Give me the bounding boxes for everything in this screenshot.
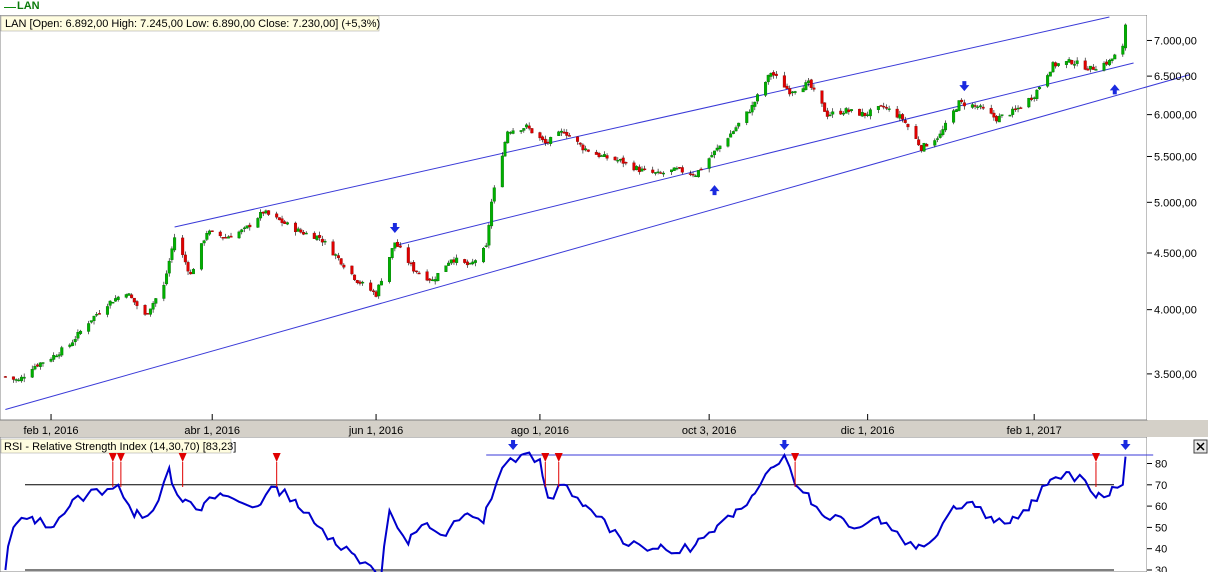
price-plot-area <box>0 15 1148 421</box>
candle <box>390 248 394 260</box>
y-tick-label: 4.500,00 <box>1154 248 1197 260</box>
price-chart: LAN [Open: 6.892,00 High: 7.245,00 Low: … <box>0 15 1208 437</box>
candle <box>490 198 494 229</box>
candle <box>436 272 440 282</box>
rsi-tick-label: 70 <box>1155 480 1167 492</box>
candle <box>350 265 354 276</box>
candle <box>1027 97 1031 109</box>
y-tick-label: 3.500,00 <box>1154 369 1197 381</box>
x-tick-label: feb 1, 2016 <box>24 425 79 437</box>
candle <box>444 265 448 272</box>
candle <box>952 108 956 125</box>
y-tick-label: 4.000,00 <box>1154 305 1197 317</box>
candle <box>613 156 617 161</box>
rsi-tick-label: 80 <box>1155 459 1167 471</box>
x-tick-label: oct 3, 2016 <box>682 425 736 437</box>
candle <box>237 230 241 239</box>
candle <box>387 257 391 284</box>
candle <box>487 223 491 249</box>
candle <box>1046 73 1050 88</box>
candle <box>277 217 281 221</box>
candle <box>143 304 147 316</box>
y-tick-label: 5.000,00 <box>1154 197 1197 209</box>
candle <box>331 239 335 256</box>
candle <box>482 246 486 264</box>
legend-line-swatch <box>4 7 16 8</box>
x-tick-label: abr 1, 2016 <box>184 425 240 437</box>
candle <box>696 170 700 178</box>
rsi-tick-label: 40 <box>1155 544 1167 556</box>
candle <box>726 137 730 148</box>
x-tick-label: jun 1, 2016 <box>348 425 403 437</box>
rsi-tick-label: 30 <box>1155 565 1167 572</box>
candle <box>1008 114 1012 117</box>
rsi-close-button[interactable] <box>1193 439 1208 454</box>
candle <box>914 124 918 139</box>
candle <box>181 235 185 258</box>
candle <box>492 185 496 204</box>
candle <box>210 230 214 232</box>
candle <box>1070 59 1074 65</box>
x-tick-label: ago 1, 2016 <box>511 425 569 437</box>
candle <box>858 108 862 116</box>
rsi-tick-label: 60 <box>1155 501 1167 513</box>
x-tick-label: feb 1, 2017 <box>1007 425 1062 437</box>
y-tick-label: 7.000,00 <box>1154 35 1197 47</box>
rsi-title: RSI - Relative Strength Index (14,30,70)… <box>4 441 236 453</box>
candle <box>764 81 768 97</box>
candle <box>506 130 510 144</box>
candle <box>503 140 507 157</box>
candle <box>1124 23 1128 51</box>
y-tick-label: 6.000,00 <box>1154 110 1197 122</box>
rsi-chart: RSI - Relative Strength Index (14,30,70)… <box>0 437 1208 572</box>
x-tick-label: dic 1, 2016 <box>841 425 895 437</box>
candle <box>1051 60 1055 73</box>
rsi-tick-label: 50 <box>1155 522 1167 534</box>
y-tick-label: 6.500,00 <box>1154 71 1197 83</box>
price-title: LAN [Open: 6.892,00 High: 7.245,00 Low: … <box>5 18 380 30</box>
candle <box>1048 71 1052 77</box>
y-tick-label: 5.500,00 <box>1154 151 1197 163</box>
candle <box>957 100 961 112</box>
candle <box>922 142 926 152</box>
candle <box>199 243 203 271</box>
candle <box>500 152 504 188</box>
candle <box>672 167 676 171</box>
chart-legend: LAN <box>0 0 1208 16</box>
candle <box>530 128 534 134</box>
candle <box>256 217 260 228</box>
candle <box>146 313 150 315</box>
legend-symbol: LAN <box>17 0 40 12</box>
candle <box>823 102 827 112</box>
candle <box>111 301 115 304</box>
candle <box>339 258 343 266</box>
